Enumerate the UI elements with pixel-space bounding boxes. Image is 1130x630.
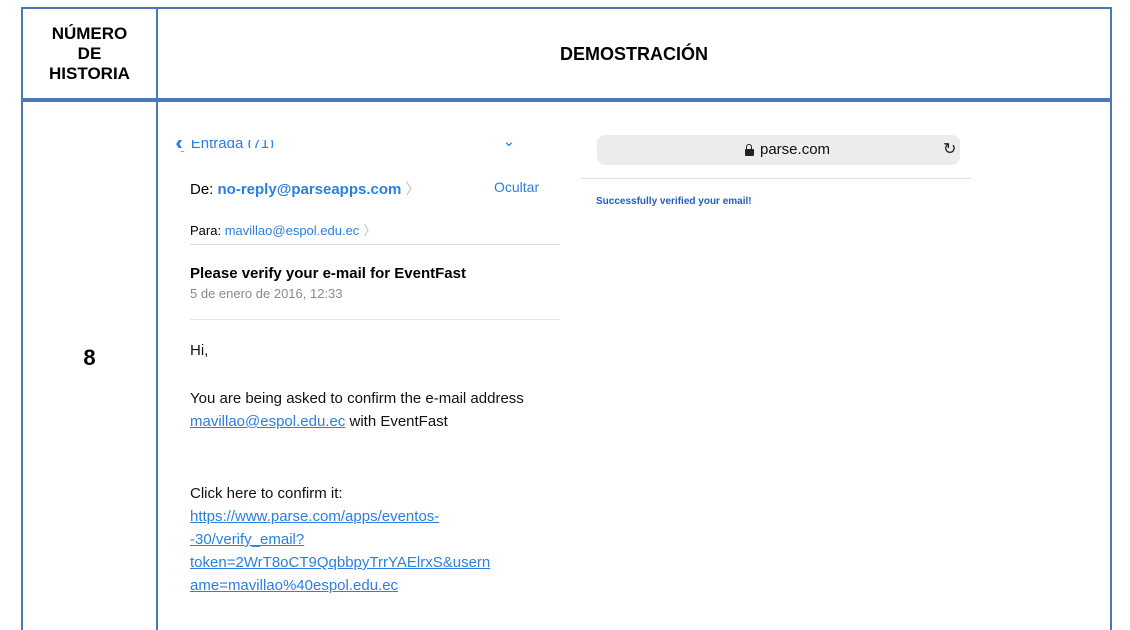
- table-border-left: [21, 7, 23, 630]
- from-row: De: no-reply@parseapps.com 〉: [190, 178, 420, 199]
- recipient-address[interactable]: mavillao@espol.edu.ec: [225, 223, 360, 238]
- address-bar[interactable]: parse.com ↻: [597, 135, 960, 165]
- divider: [190, 244, 560, 245]
- table-border-right: [1110, 7, 1112, 630]
- url-text: parse.com: [760, 141, 831, 158]
- table-border-top: [21, 7, 1112, 9]
- chevron-right-icon: 〉: [405, 181, 421, 198]
- to-label: Para:: [190, 223, 222, 238]
- story-number-cell: 8: [83, 345, 96, 370]
- table-header-divider: [21, 98, 1112, 102]
- browser-screenshot: parse.com ↻: [581, 130, 971, 190]
- email-paragraph-link: Click here to confirm it: https://www.pa…: [190, 482, 560, 597]
- email-greeting: Hi,: [190, 342, 209, 359]
- email-screenshot: ❮ Entrada (71) ⌃⌄ De: no-reply@parseapps…: [174, 140, 560, 630]
- verify-email-link[interactable]: https://www.parse.com/apps/eventos- -30/v…: [190, 505, 560, 597]
- to-row: Para: mavillao@espol.edu.ec 〉: [190, 220, 376, 239]
- chevron-right-icon: 〉: [363, 223, 377, 238]
- paragraph-text: with EventFast: [345, 413, 448, 430]
- story-table: NÚMERO DE HISTORIA DEMOSTRACIÓN 8: [0, 0, 1130, 630]
- mail-nav-bar: ❮ Entrada (71) ⌃⌄: [174, 140, 560, 152]
- lock-icon: [745, 144, 754, 156]
- divider: [190, 319, 560, 320]
- paragraph-text: You are being asked to confirm the e-mai…: [190, 390, 524, 407]
- header-story-number: NÚMERO DE HISTORIA: [49, 24, 130, 83]
- hide-details-button[interactable]: Ocultar: [494, 179, 539, 195]
- email-subject: Please verify your e-mail for EventFast: [190, 265, 466, 282]
- verification-message: Successfully verified your email!: [596, 196, 752, 207]
- sender-address[interactable]: no-reply@parseapps.com: [218, 181, 402, 198]
- from-label: De:: [190, 181, 214, 198]
- reload-icon[interactable]: ↻: [943, 139, 956, 159]
- email-paragraph-confirm: You are being asked to confirm the e-mai…: [190, 387, 550, 433]
- crop-edge: [174, 148, 560, 151]
- divider: [581, 178, 971, 179]
- paragraph-text: Click here to confirm it:: [190, 485, 343, 502]
- email-date: 5 de enero de 2016, 12:33: [190, 286, 343, 301]
- header-demonstration: DEMOSTRACIÓN: [560, 43, 708, 64]
- table-column-divider: [156, 7, 158, 630]
- email-address-link[interactable]: mavillao@espol.edu.ec: [190, 413, 345, 430]
